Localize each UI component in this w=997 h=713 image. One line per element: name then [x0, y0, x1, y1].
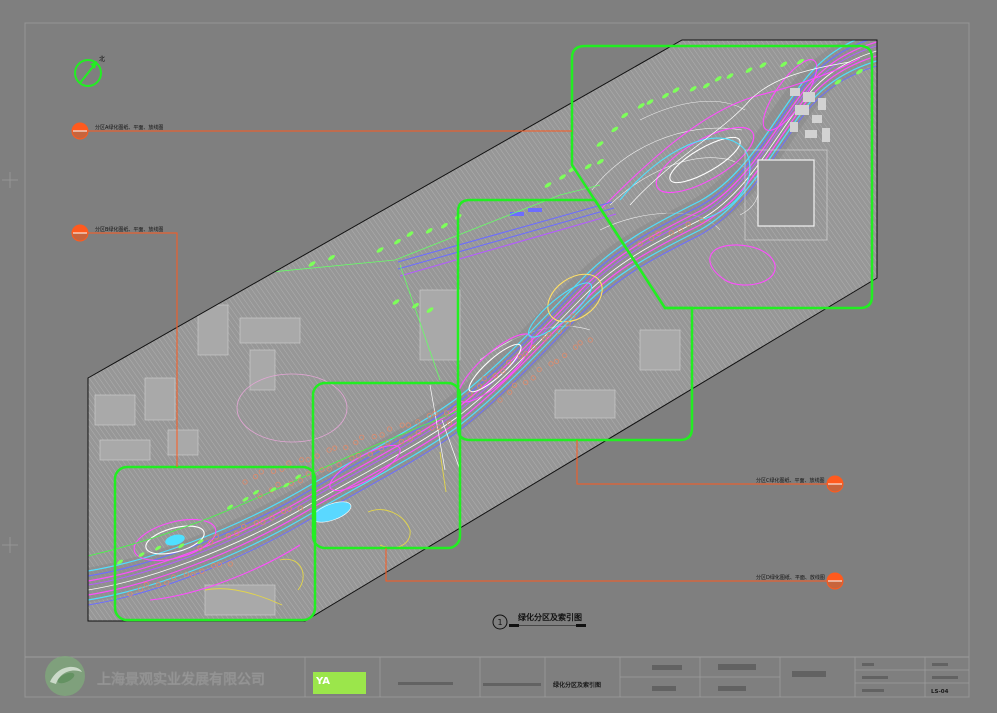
fine-print [862, 689, 884, 692]
company-name: 上海景观实业发展有限公司 [97, 671, 265, 688]
index-symbol-a [71, 122, 89, 140]
building [790, 122, 798, 132]
fine-print [652, 686, 676, 691]
sheet-number: LS-04 [931, 689, 949, 695]
index-symbol-c [826, 475, 844, 493]
fine-print [862, 676, 888, 679]
rail-station [528, 208, 542, 212]
index-label-b: 分区B绿化图纸、平面、放线图 [95, 226, 163, 233]
fine-print [792, 671, 826, 677]
fine-print [398, 682, 453, 685]
view-title: 绿化分区及索引图 [518, 612, 582, 622]
drawing-sheet: 分区A绿化图纸、平面、放线图 分区B绿化图纸、平面、放线图 分区C绿化图纸、平面… [0, 0, 997, 713]
building [818, 98, 826, 110]
fine-print [483, 683, 541, 686]
fine-print [932, 663, 948, 666]
logo-badge-text: YA [315, 676, 330, 687]
company-logo [45, 656, 85, 696]
building [803, 92, 815, 102]
building [795, 105, 809, 115]
index-label-d: 分区D绿化图纸、平面、放线图 [756, 574, 825, 581]
index-symbol-d [826, 572, 844, 590]
building [144, 377, 176, 421]
fine-print [718, 664, 756, 670]
fine-print [862, 663, 874, 666]
building [790, 88, 800, 96]
fine-print [718, 686, 746, 691]
index-symbol-b [71, 224, 89, 242]
building [167, 429, 199, 456]
building [805, 130, 817, 138]
building [99, 439, 151, 461]
building [822, 128, 830, 142]
field-pitch [757, 159, 815, 227]
building [94, 394, 136, 426]
view-number: 1 [497, 618, 502, 627]
title-block-drawing-name: 绿化分区及索引图 [553, 681, 601, 689]
building [239, 317, 301, 344]
north-label: 北 [99, 55, 105, 63]
building [812, 115, 822, 123]
fine-print [652, 665, 682, 670]
view-title-underline-end [576, 624, 586, 627]
fine-print [932, 676, 958, 679]
building [554, 389, 616, 419]
building [419, 289, 461, 361]
index-label-a: 分区A绿化图纸、平面、放线图 [95, 124, 163, 131]
view-title-underline-end [509, 624, 519, 627]
building [204, 584, 276, 616]
index-label-c: 分区C绿化图纸、平面、放线图 [756, 477, 825, 484]
building [639, 329, 681, 371]
